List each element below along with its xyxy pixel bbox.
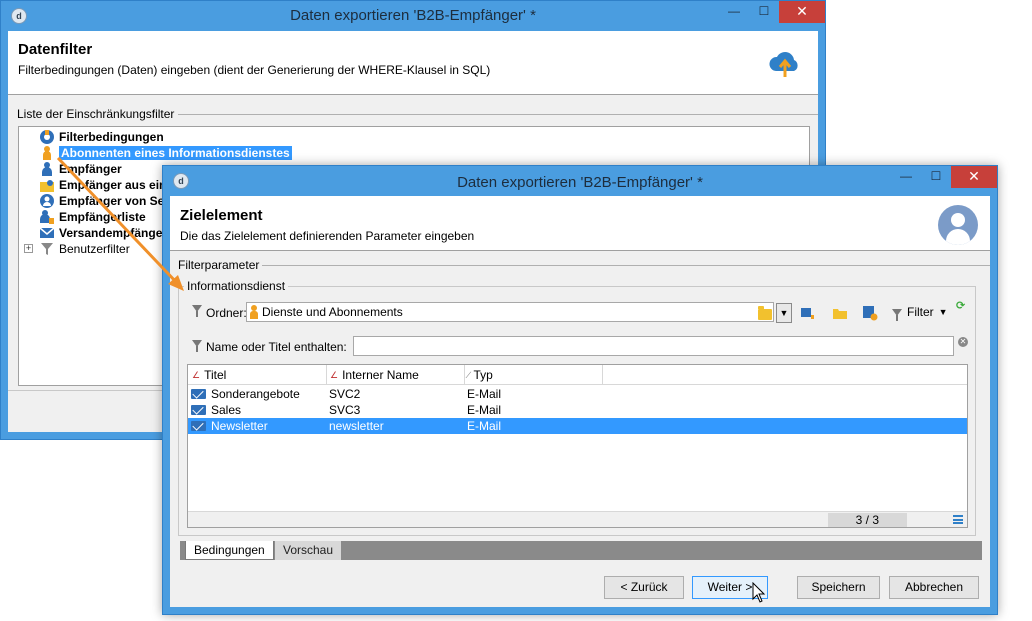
filter-icon (192, 340, 202, 352)
divider (262, 265, 990, 266)
cell-typ: E-Mail (467, 387, 502, 401)
page-header: Datenfilter Filterbedingungen (Daten) ei… (8, 31, 818, 95)
table-footer: 3 / 3 (188, 511, 967, 527)
title-bar[interactable]: d Daten exportieren 'B2B-Empfänger' * — … (1, 1, 825, 31)
filter-button[interactable]: Filter ▼ (892, 305, 948, 321)
recipient-delivery-icon (39, 193, 55, 209)
tree-item-empfaenger[interactable]: Empfänger (39, 161, 122, 177)
filterparameter-label: Filterparameter (178, 258, 260, 272)
cell-titel: Newsletter (211, 419, 268, 433)
cancel-button[interactable]: Abbrechen (889, 576, 979, 599)
page-title: Zielelement (180, 207, 263, 224)
email-icon (191, 405, 206, 415)
filter-icon (192, 305, 202, 317)
folder-field[interactable]: Dienste und Abonnements (246, 302, 774, 322)
page-subtitle: Filterbedingungen (Daten) eingeben (dien… (18, 63, 491, 77)
tree-item-benutzerfilter[interactable]: Benutzerfilter (39, 241, 130, 257)
avatar-icon (938, 205, 978, 245)
folder-icon[interactable] (758, 306, 772, 320)
tab-bedingungen[interactable]: Bedingungen (185, 541, 274, 560)
tree-item-versandempfaenger[interactable]: Versandempfänger (39, 225, 167, 241)
sort-icon: ∠ (192, 369, 201, 380)
column-resizer[interactable] (326, 365, 327, 385)
tree-item-label: Filterbedingungen (59, 130, 164, 144)
minimize-button[interactable]: — (719, 1, 749, 23)
subscriber-icon (39, 145, 55, 161)
table-row[interactable]: Sales SVC3 E-Mail (188, 402, 967, 418)
table-header: ∠ Titel ∠ Interner Name ∕ Typ (188, 365, 967, 385)
sort-icon: ∕ (468, 370, 470, 380)
divider (178, 114, 818, 115)
mouse-cursor-icon (752, 582, 766, 603)
tree-item-filterbedingungen[interactable]: Filterbedingungen (39, 129, 164, 145)
delivery-recipient-icon (39, 225, 55, 241)
cell-typ: E-Mail (467, 419, 502, 433)
cell-intern: SVC3 (329, 403, 361, 417)
column-header-interner-name[interactable]: ∠ Interner Name (330, 368, 419, 382)
open-folder-icon[interactable] (832, 305, 848, 321)
email-icon (191, 421, 206, 431)
sort-icon: ∠ (330, 369, 339, 380)
recipient-list-icon (39, 209, 55, 225)
page-title: Datenfilter (18, 41, 93, 58)
back-button[interactable]: < Zurück (604, 576, 684, 599)
maximize-button[interactable]: ☐ (749, 1, 779, 23)
filter-button-label: Filter (907, 305, 934, 319)
expand-toggle[interactable]: + (24, 244, 33, 253)
informationsdienst-label: Informationsdienst (184, 279, 289, 293)
column-resizer[interactable] (464, 365, 465, 385)
filter-conditions-icon (39, 129, 55, 145)
window-title: Daten exportieren 'B2B-Empfänger' * (457, 174, 703, 191)
tree-item-label: Abonnenten eines Informationsdienstes (59, 146, 292, 160)
folder-dropdown-button[interactable]: ▼ (776, 303, 792, 323)
table-row[interactable]: Newsletter newsletter E-Mail (188, 418, 967, 434)
user-filter-icon (39, 241, 55, 257)
services-table[interactable]: ∠ Titel ∠ Interner Name ∕ Typ Sonderange… (187, 364, 968, 528)
cell-titel: Sonderangebote (211, 387, 300, 401)
filter-icon (892, 308, 902, 321)
clear-icon[interactable]: ✕ (958, 337, 968, 347)
tree-item-label: Benutzerfilter (59, 242, 130, 256)
folder-value: Dienste und Abonnements (262, 305, 403, 319)
row-counter: 3 / 3 (827, 513, 907, 527)
window-title: Daten exportieren 'B2B-Empfänger' * (290, 7, 536, 24)
list-menu-icon[interactable] (953, 515, 963, 524)
column-header-titel[interactable]: ∠ Titel (192, 368, 226, 382)
folder-label: Ordner: (206, 306, 247, 320)
email-icon (191, 389, 206, 399)
minimize-button[interactable]: — (891, 166, 921, 188)
cell-intern: newsletter (329, 419, 384, 433)
cell-intern: SVC2 (329, 387, 361, 401)
tab-bar: Bedingungen Vorschau (180, 541, 982, 560)
filter-list-label: Liste der Einschränkungsfilter (17, 107, 175, 121)
tree-item-label: Empfängerliste (59, 210, 146, 224)
tree-item-empfaengerliste[interactable]: Empfängerliste (39, 209, 146, 225)
column-header-typ[interactable]: ∕ Typ (468, 368, 493, 382)
cloud-upload-icon (769, 52, 798, 77)
new-folder-icon[interactable] (800, 305, 816, 321)
service-folder-icon (249, 305, 259, 319)
recipient-icon (39, 161, 55, 177)
refresh-icon[interactable]: ⟳ (956, 299, 965, 312)
column-resizer[interactable] (602, 365, 603, 385)
page-subtitle: Die das Zielelement definierenden Parame… (180, 229, 475, 243)
tree-item-label: Empfänger (59, 162, 122, 176)
name-filter-input[interactable] (353, 336, 954, 356)
tab-vorschau[interactable]: Vorschau (275, 541, 342, 560)
close-button[interactable]: ✕ (951, 166, 997, 188)
tree-item-label: Versandempfänger (59, 226, 168, 240)
maximize-button[interactable]: ☐ (921, 166, 951, 188)
chevron-down-icon: ▼ (938, 307, 948, 317)
save-button[interactable]: Speichern (797, 576, 880, 599)
cell-titel: Sales (211, 403, 242, 417)
close-button[interactable]: ✕ (779, 1, 825, 23)
name-filter-label: Name oder Titel enthalten: (206, 340, 347, 354)
tree-item-abonnenten[interactable]: Abonnenten eines Informationsdienstes (39, 145, 292, 161)
table-row[interactable]: Sonderangebote SVC2 E-Mail (188, 386, 967, 402)
cell-typ: E-Mail (467, 403, 502, 417)
recipient-folder-icon (39, 177, 55, 193)
page-header: Zielelement Die das Zielelement definier… (170, 196, 990, 251)
folder-settings-icon[interactable] (862, 305, 878, 321)
